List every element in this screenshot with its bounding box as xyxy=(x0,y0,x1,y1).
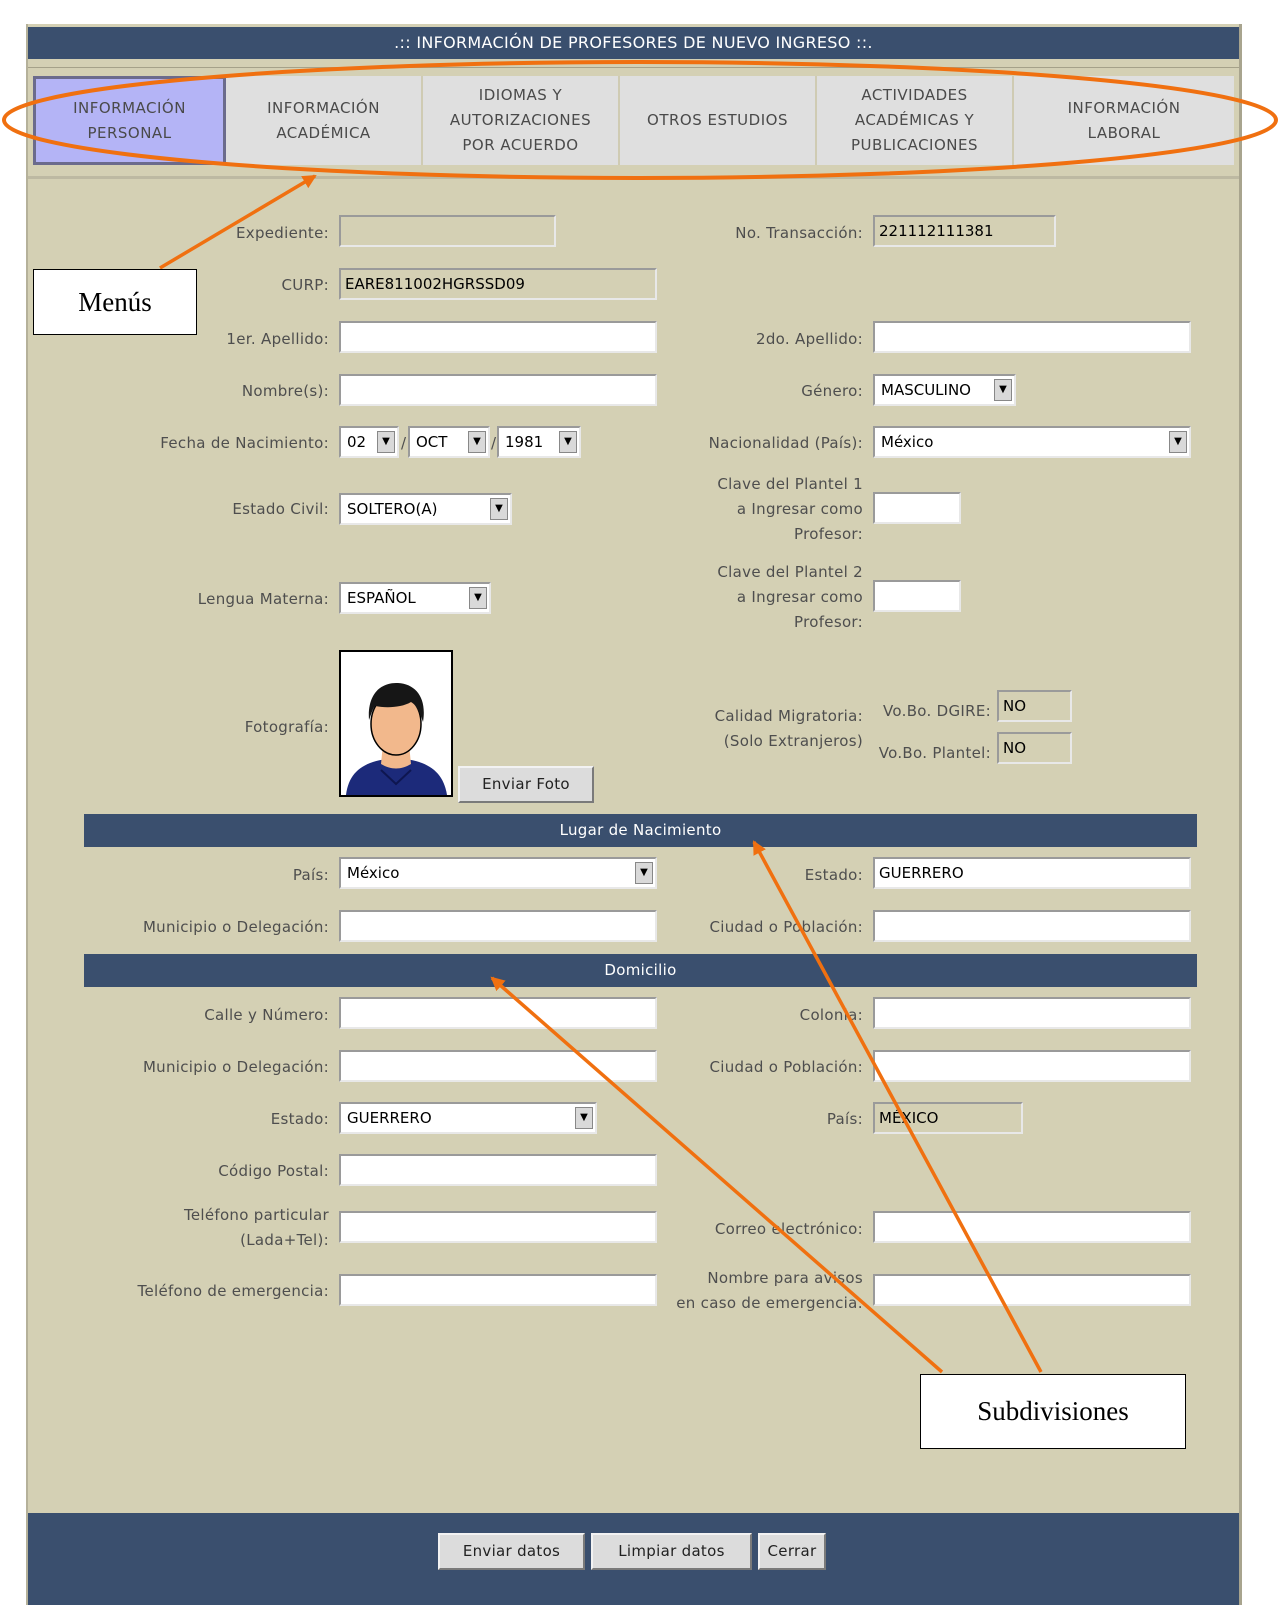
menu-highlight-ellipse xyxy=(2,60,1278,180)
menus-arrow xyxy=(159,174,317,270)
menus-callout: Menús xyxy=(33,269,197,335)
domicilio-arrow xyxy=(490,976,944,1374)
subdivisions-callout: Subdivisiones xyxy=(920,1374,1186,1449)
annotation-overlay xyxy=(2,60,1278,1374)
lugar-nacimiento-arrow xyxy=(752,840,1043,1373)
